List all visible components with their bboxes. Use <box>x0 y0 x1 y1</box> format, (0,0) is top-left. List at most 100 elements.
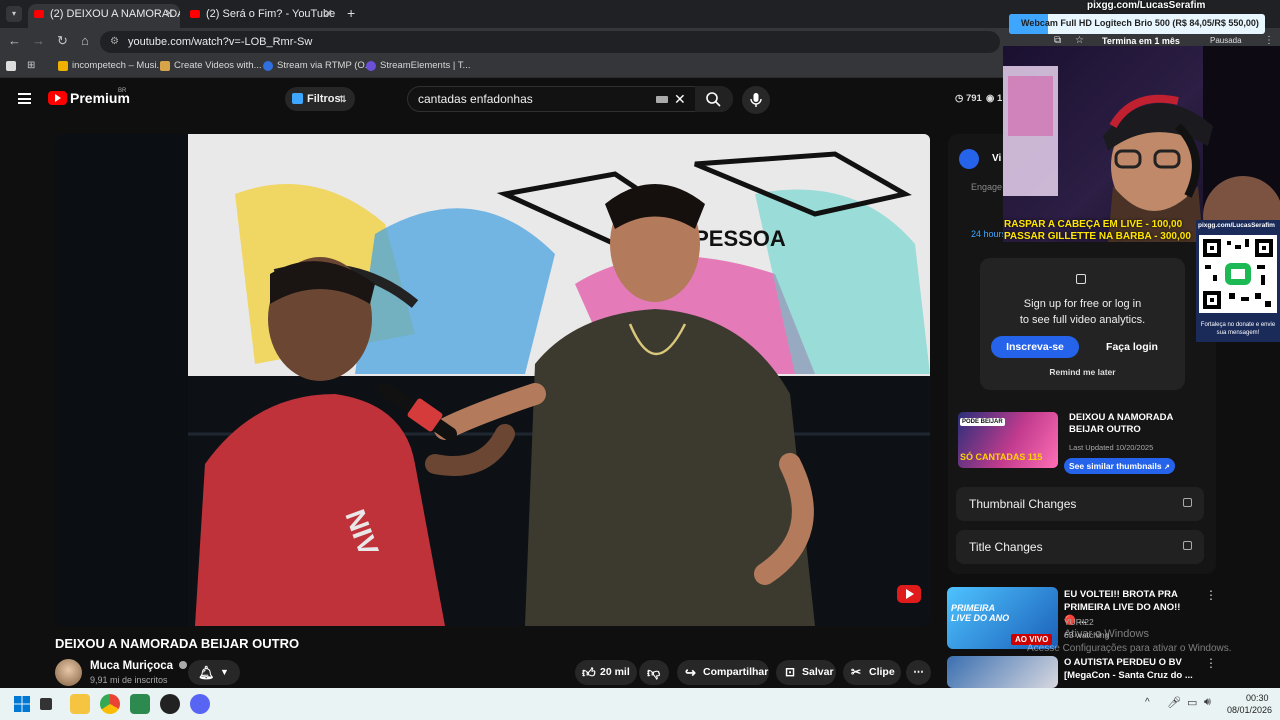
bookmark-item[interactable]: StreamElements | T... <box>366 60 470 71</box>
bell-icon: 🔔︎ <box>198 665 215 680</box>
clock-time[interactable]: 00:30 <box>1246 693 1269 703</box>
youtube-watermark-icon[interactable] <box>897 585 921 603</box>
scissors-icon: ✂ <box>851 665 862 679</box>
menu-icon[interactable] <box>18 93 31 104</box>
bookmark-item[interactable]: Create Videos with... <box>160 60 261 71</box>
close-tab-icon[interactable]: ✕ <box>165 4 174 24</box>
notifications-button[interactable]: 🔔︎ ▼ <box>188 660 240 685</box>
thumbnail-badge: PODE BEIJAR <box>960 418 1005 426</box>
signup-text-1: Sign up for free or log in <box>1023 298 1142 310</box>
youtube-favicon-icon <box>34 10 44 18</box>
verified-icon <box>179 661 188 669</box>
tab-list-button[interactable]: ▾ <box>6 6 22 22</box>
start-icon[interactable] <box>12 694 32 714</box>
filter-extension-icon <box>292 93 303 104</box>
extension-icon[interactable]: ⧉ <box>1054 35 1061 46</box>
activation-watermark-title: Ativar o Windows <box>1064 628 1149 640</box>
app-icon[interactable] <box>130 694 150 714</box>
home-icon[interactable]: ⌂ <box>81 33 89 48</box>
qr-caption: Fortaleça no donate e envie sua mensagem… <box>1200 322 1276 336</box>
tab-active[interactable]: (2) DEIXOU A NAMORADA BEIJAR ✕ <box>28 4 180 28</box>
search-input[interactable]: cantadas enfadonhas ✕ <box>407 86 733 112</box>
streamer-webcam <box>1003 46 1280 242</box>
title-changes-card[interactable]: Title Changes <box>956 530 1204 564</box>
challenge-line-1: RASPAR A CABEÇA EM LIVE - 100,00 <box>1004 219 1183 230</box>
video-player[interactable]: ÃO PESSOA NIV <box>55 134 930 626</box>
lock-icon <box>1183 498 1192 507</box>
bookmark-item[interactable]: incompetech – Musi... <box>58 60 164 71</box>
clear-search-icon[interactable]: ✕ <box>674 87 686 111</box>
star-icon[interactable]: ☆ <box>1075 35 1084 46</box>
suggestion-more-icon[interactable]: ⋮ <box>1205 588 1217 602</box>
donation-goal-bar: Webcam Full HD Logitech Brio 500 (R$ 84,… <box>1009 14 1265 34</box>
channel-avatar[interactable] <box>55 659 82 686</box>
keyboard-icon[interactable] <box>656 96 668 103</box>
time-range-tab[interactable]: 24 hours <box>971 229 1006 239</box>
search-button[interactable] <box>695 86 733 112</box>
grid-icon[interactable]: ⊞ <box>27 60 35 71</box>
paused-status[interactable]: Pausada <box>1210 36 1242 45</box>
pix-qr-widget: pixgg.com/LucasSerafim Fortaleça no dona… <box>1196 220 1280 342</box>
suggestion-thumbnail[interactable]: PRIMEIRA LIVE DO ANO AO VIVO <box>947 587 1058 649</box>
thumbnail-preview[interactable]: PODE BEIJAR SÓ CANTADAS 115 <box>958 412 1058 468</box>
thumbs-down-icon: 👎︎ <box>647 665 661 680</box>
clock-date[interactable]: 08/01/2026 <box>1227 705 1272 715</box>
chrome-icon[interactable] <box>100 694 120 714</box>
header-stat-eye: ◉ 1 <box>986 93 1003 104</box>
signup-modal: Sign up for free or log in to see full v… <box>980 258 1185 390</box>
youtube-favicon-icon <box>190 10 200 18</box>
microphone-tray-icon[interactable]: 🎤︎ <box>1167 696 1181 709</box>
more-actions-button[interactable]: ⋯ <box>906 660 931 685</box>
tray-chevron-icon[interactable]: ^ <box>1145 697 1150 708</box>
sliders-icon: ⇅ <box>339 94 347 104</box>
login-button[interactable]: Faça login <box>1088 336 1176 358</box>
video-title: DEIXOU A NAMORADA BEIJAR OUTRO <box>55 636 300 651</box>
share-button[interactable]: ↪ Compartilhar <box>677 660 769 685</box>
file-explorer-icon[interactable] <box>70 694 90 714</box>
network-icon[interactable]: ▭ <box>1187 696 1197 709</box>
task-view-icon[interactable] <box>40 698 52 710</box>
thumbnail-updated: Last Updated 10/20/2025 <box>1069 443 1154 452</box>
back-icon[interactable]: ← <box>8 33 21 48</box>
search-icon <box>706 92 721 107</box>
discord-icon[interactable] <box>190 694 210 714</box>
close-tab-icon[interactable]: ✕ <box>324 4 333 24</box>
volume-icon[interactable]: 🔊︎ <box>1204 696 1211 709</box>
site-info-icon[interactable]: ⚙ <box>110 31 119 53</box>
save-button[interactable]: ⊡ Salvar <box>776 660 836 685</box>
similar-thumbnails-button[interactable]: See similar thumbnails ↗ <box>1064 458 1175 474</box>
kebab-menu-icon[interactable]: ⋮ <box>1264 35 1274 46</box>
analytics-tab[interactable]: Vi <box>992 153 1001 164</box>
filters-button[interactable]: Filtros ⇅ <box>285 87 355 111</box>
youtube-logo-icon <box>48 91 67 105</box>
thumbnail-changes-card[interactable]: Thumbnail Changes <box>956 487 1204 521</box>
url-bar[interactable]: ⚙ youtube.com/watch?v=-LOB_Rmr-Sw <box>100 31 1000 53</box>
apps-icon[interactable] <box>6 61 16 71</box>
bookmark-icon: ⊡ <box>785 665 796 679</box>
subscribe-button[interactable]: Inscreva-se <box>991 336 1079 358</box>
new-tab-button[interactable]: + <box>347 5 355 21</box>
qr-header: pixgg.com/LucasSerafim <box>1198 222 1275 229</box>
obs-icon[interactable] <box>160 694 180 714</box>
external-link-icon: ↗ <box>1163 464 1170 471</box>
channel-name[interactable]: Muca Muriçoca <box>90 660 188 672</box>
bookmark-item[interactable]: Stream via RTMP (O... <box>263 60 373 71</box>
clip-button[interactable]: ✂ Clipe <box>843 660 901 685</box>
suggestion-more-icon[interactable]: ⋮ <box>1205 656 1217 670</box>
tab-inactive[interactable]: (2) Será o Fim? - YouTube ✕ <box>184 4 339 28</box>
suggestion-thumb-text: PRIMEIRA LIVE DO ANO <box>951 603 1010 623</box>
suggestion-thumbnail[interactable] <box>947 656 1058 688</box>
youtube-premium-logo[interactable]: Premium BR <box>48 88 130 106</box>
remind-later-link[interactable]: Remind me later <box>980 367 1185 377</box>
suggestion-title[interactable]: O AUTISTA PERDEU O BV [MegaCon - Santa C… <box>1064 656 1194 682</box>
header-stat-views: ◷ 791 <box>955 93 982 104</box>
suggestion-channel: YURI22 <box>1064 617 1094 627</box>
thumbnail-title: DEIXOU A NAMORADA BEIJAR OUTRO <box>1069 412 1173 435</box>
like-button[interactable]: 👍︎ 20 mil <box>575 660 637 685</box>
dislike-button[interactable]: 👎︎ <box>639 660 669 685</box>
tab-title: (2) DEIXOU A NAMORADA BEIJAR <box>50 8 180 20</box>
forward-icon[interactable]: → <box>32 33 45 48</box>
signup-text-2: to see full video analytics. <box>1019 314 1146 326</box>
voice-search-button[interactable] <box>742 86 770 114</box>
reload-icon[interactable]: ↻ <box>57 33 68 49</box>
